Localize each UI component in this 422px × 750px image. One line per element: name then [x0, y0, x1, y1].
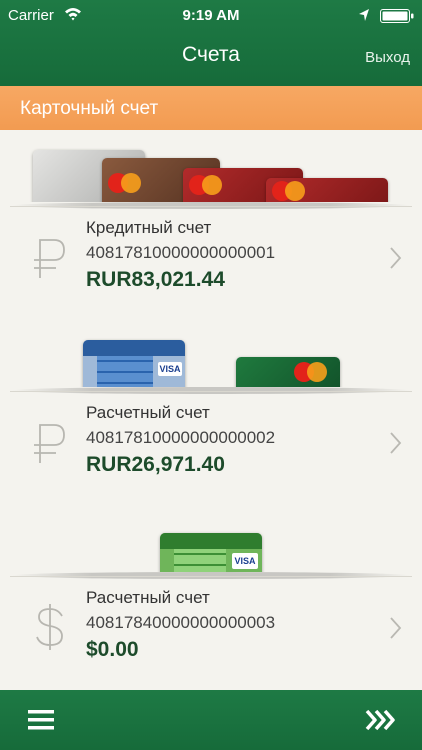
location-arrow-icon [359, 9, 369, 21]
hamburger-menu-icon[interactable] [28, 709, 54, 731]
red-card-2 [266, 178, 388, 202]
mastercard-logo-icon [272, 181, 305, 201]
account-row-2[interactable]: Расчетный счет 40817810000000000002 RUR2… [0, 387, 422, 497]
row-divider [10, 391, 412, 392]
section-header: Карточный счет [0, 86, 422, 130]
account-balance: $0.00 [86, 638, 139, 661]
card-stack-1 [0, 130, 422, 202]
visa-logo-icon: VISA [158, 362, 182, 376]
visa-electron-logo-icon: VISA [232, 553, 258, 569]
mastercard-logo-icon [189, 175, 222, 195]
chevron-right-icon [390, 617, 402, 639]
chevron-right-icon [390, 432, 402, 454]
status-bar: Carrier 9:19 AM [0, 0, 422, 32]
ruble-icon [34, 424, 65, 463]
card-stack-2: VISA [0, 312, 422, 387]
mastercard-logo-icon [108, 173, 141, 193]
vangard-visa-electron-card-green: VISA [160, 533, 262, 572]
dollar-icon [36, 604, 63, 650]
chevron-right-icon [390, 247, 402, 269]
account-balance: RUR83,021.44 [86, 268, 225, 291]
card-stack-3: VISA [0, 497, 422, 572]
row-divider [10, 206, 412, 207]
forward-arrows-icon[interactable] [364, 708, 396, 732]
header: Carrier 9:19 AM Счета Выход [0, 0, 422, 86]
account-row-3[interactable]: Расчетный счет 40817840000000000003 $0.0… [0, 572, 422, 682]
account-number: 40817810000000000001 [86, 243, 276, 262]
account-number: 40817840000000000003 [86, 613, 276, 632]
page-title: Счета [182, 43, 240, 66]
battery-icon [380, 9, 414, 23]
account-number: 40817810000000000002 [86, 428, 276, 447]
logout-button[interactable]: Выход [365, 49, 410, 66]
row-divider [10, 576, 412, 577]
vangard-mastercard-green [236, 357, 340, 387]
bottom-toolbar [0, 690, 422, 750]
mastercard-logo-icon [294, 362, 327, 382]
account-row-1[interactable]: Кредитный счет 40817810000000000001 RUR8… [0, 202, 422, 312]
account-name: Расчетный счет [86, 588, 210, 607]
account-name: Расчетный счет [86, 403, 210, 422]
account-name: Кредитный счет [86, 218, 212, 237]
vangard-visa-card-blue: VISA [83, 340, 185, 387]
ruble-icon [34, 239, 65, 278]
account-balance: RUR26,971.40 [86, 453, 225, 476]
